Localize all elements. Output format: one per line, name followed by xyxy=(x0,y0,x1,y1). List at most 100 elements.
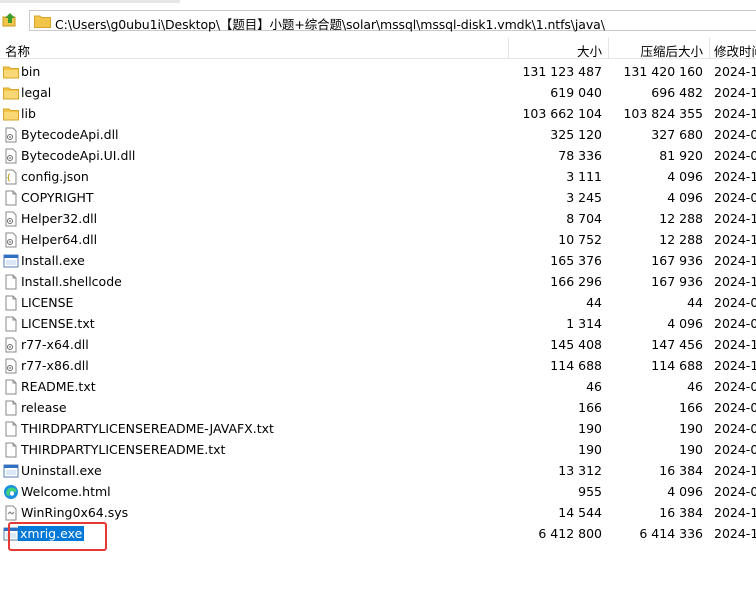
file-row[interactable]: config.json 3 111 4 096 2024-12 xyxy=(0,167,756,188)
file-row[interactable]: WinRing0x64.sys 14 544 16 384 2024-11 xyxy=(0,503,756,524)
column-size-header[interactable]: 大小 xyxy=(577,41,602,60)
file-size: 165 376 xyxy=(550,253,602,268)
file-name: LICENSE xyxy=(21,295,74,310)
file-size: 14 544 xyxy=(558,505,602,520)
file-modified: 2024-11 xyxy=(714,526,756,541)
column-separator[interactable] xyxy=(709,38,710,58)
file-packed-size: 81 920 xyxy=(659,148,703,163)
file-row[interactable]: BytecodeApi.UI.dll 78 336 81 920 2024-07 xyxy=(0,146,756,167)
file-modified: 2024-09 xyxy=(714,190,756,205)
file-row[interactable]: bin 131 123 487 131 420 160 2024-12 xyxy=(0,62,756,83)
file-name: LICENSE.txt xyxy=(21,316,95,331)
window-top-strip xyxy=(0,0,756,4)
file-row[interactable]: BytecodeApi.dll 325 120 327 680 2024-07 xyxy=(0,125,756,146)
file-row[interactable]: THIRDPARTYLICENSEREADME.txt 190 190 2024-09 xyxy=(0,440,756,461)
file-name: bin xyxy=(21,64,41,79)
file-packed-size: 327 680 xyxy=(651,127,703,142)
file-size: 46 xyxy=(586,379,602,394)
file-row[interactable]: legal 619 040 696 482 2024-12 xyxy=(0,83,756,104)
file-row[interactable]: COPYRIGHT 3 245 4 096 2024-09 xyxy=(0,188,756,209)
file-size: 145 408 xyxy=(550,337,602,352)
annotation-highlight-box xyxy=(8,522,107,551)
file-row[interactable]: r77-x86.dll 114 688 114 688 2024-12 xyxy=(0,356,756,377)
file-size: 10 752 xyxy=(558,232,602,247)
file-modified: 2024-09 xyxy=(714,316,756,331)
file-packed-size: 166 xyxy=(679,400,703,415)
address-bar: C:\Users\g0ubu1i\Desktop\【题目】小题+综合题\sola… xyxy=(0,8,756,34)
address-input[interactable]: C:\Users\g0ubu1i\Desktop\【题目】小题+综合题\sola… xyxy=(29,10,756,32)
up-folder-icon[interactable] xyxy=(1,11,19,29)
file-name: lib xyxy=(21,106,36,121)
file-modified: 2024-12 xyxy=(714,106,756,121)
file-row[interactable]: xmrig.exe6 412 8006 414 3362024-11 xyxy=(0,524,756,545)
file-row[interactable]: Install.exe 165 376 167 936 2024-12 xyxy=(0,251,756,272)
file-row[interactable]: THIRDPARTYLICENSEREADME-JAVAFX.txt 190 190… xyxy=(0,419,756,440)
file-modified: 2024-12 xyxy=(714,64,756,79)
address-folder-icon xyxy=(34,14,51,28)
file-packed-size: 114 688 xyxy=(651,358,703,373)
file-size: 114 688 xyxy=(550,358,602,373)
file-name: r77-x86.dll xyxy=(21,358,89,373)
file-name: THIRDPARTYLICENSEREADME-JAVAFX.txt xyxy=(21,421,274,436)
dll-file-icon xyxy=(3,148,19,164)
file-modified: 2024-11 xyxy=(714,505,756,520)
file-row[interactable]: LICENSE.txt 1 314 4 096 2024-09 xyxy=(0,314,756,335)
file-name: Uninstall.exe xyxy=(21,463,102,478)
file-modified: 2024-12 xyxy=(714,85,756,100)
file-row[interactable]: r77-x64.dll 145 408 147 456 2024-12 xyxy=(0,335,756,356)
file-row[interactable]: release 166 166 2024-09 xyxy=(0,398,756,419)
file-row[interactable]: README.txt 46 46 2024-09 xyxy=(0,377,756,398)
file-packed-size: 12 288 xyxy=(659,211,703,226)
file-size: 190 xyxy=(578,442,602,457)
file-modified: 2024-12 xyxy=(714,358,756,373)
column-name-header[interactable]: 名称 xyxy=(5,41,30,60)
column-separator[interactable] xyxy=(508,38,509,58)
file-modified: 2024-12 xyxy=(714,337,756,352)
file-packed-size: 4 096 xyxy=(667,190,703,205)
file-size: 78 336 xyxy=(558,148,602,163)
file-row[interactable]: lib 103 662 104 103 824 355 2024-12 xyxy=(0,104,756,125)
file-modified: 2024-09 xyxy=(714,295,756,310)
column-packed-header[interactable]: 压缩后大小 xyxy=(640,41,703,60)
file-packed-size: 131 420 160 xyxy=(623,64,703,79)
blank-file-icon xyxy=(3,295,19,311)
file-row[interactable]: LICENSE 44 44 2024-09 xyxy=(0,293,756,314)
file-size: 13 312 xyxy=(558,463,602,478)
folder-icon xyxy=(3,64,19,80)
file-name: r77-x64.dll xyxy=(21,337,89,352)
dll-file-icon xyxy=(3,337,19,353)
file-modified: 2024-12 xyxy=(714,232,756,247)
dll-file-icon xyxy=(3,211,19,227)
file-size: 3 245 xyxy=(566,190,602,205)
file-size: 1 314 xyxy=(566,316,602,331)
dll-file-icon xyxy=(3,358,19,374)
file-row[interactable]: Welcome.html 955 4 096 2024-09 xyxy=(0,482,756,503)
file-packed-size: 6 414 336 xyxy=(639,526,703,541)
file-modified: 2024-12 xyxy=(714,463,756,478)
file-name: THIRDPARTYLICENSEREADME.txt xyxy=(21,442,226,457)
file-row[interactable]: Helper32.dll 8 704 12 288 2024-12 xyxy=(0,209,756,230)
file-row[interactable]: Helper64.dll 10 752 12 288 2024-12 xyxy=(0,230,756,251)
file-packed-size: 103 824 355 xyxy=(623,106,703,121)
edge-html-icon xyxy=(3,484,19,500)
column-modified-header[interactable]: 修改时间 xyxy=(714,41,756,60)
file-packed-size: 167 936 xyxy=(651,274,703,289)
file-packed-size: 44 xyxy=(687,295,703,310)
file-size: 325 120 xyxy=(550,127,602,142)
file-modified: 2024-07 xyxy=(714,127,756,142)
exe-file-icon xyxy=(3,463,19,479)
file-row[interactable]: Install.shellcode 166 296 167 936 2024-12 xyxy=(0,272,756,293)
column-separator[interactable] xyxy=(608,38,609,58)
file-name: Install.exe xyxy=(21,253,85,268)
file-modified: 2024-09 xyxy=(714,421,756,436)
file-modified: 2024-09 xyxy=(714,379,756,394)
json-file-icon xyxy=(3,169,19,185)
file-size: 166 xyxy=(578,400,602,415)
file-packed-size: 167 936 xyxy=(651,253,703,268)
file-name: COPYRIGHT xyxy=(21,190,94,205)
blank-file-icon xyxy=(3,274,19,290)
file-modified: 2024-09 xyxy=(714,400,756,415)
file-packed-size: 190 xyxy=(679,421,703,436)
file-name: legal xyxy=(21,85,52,100)
file-row[interactable]: Uninstall.exe 13 312 16 384 2024-12 xyxy=(0,461,756,482)
